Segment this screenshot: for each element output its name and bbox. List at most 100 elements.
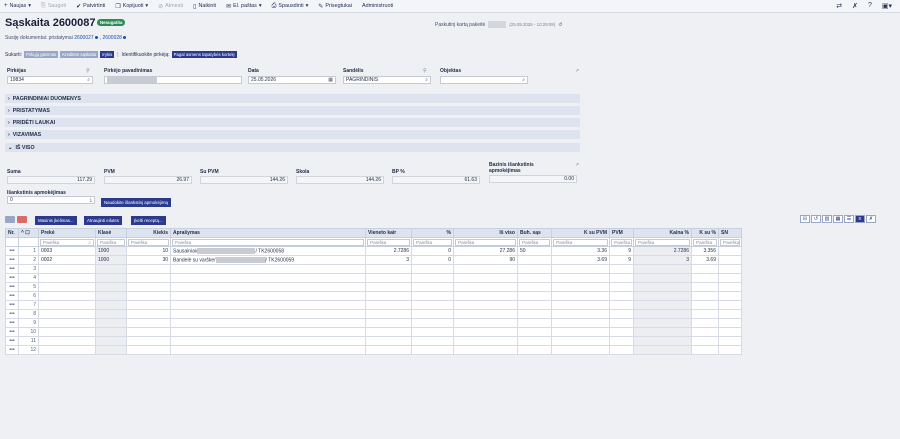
undo-icon[interactable]: ↺ [811, 215, 821, 223]
search-icon[interactable]: ⌕ [87, 77, 90, 83]
use-prepayment-button[interactable]: Naudokite išankstinį apmokėjimą [101, 198, 171, 207]
search-input[interactable]: Paieška [128, 238, 169, 246]
related-link-2[interactable]: 2600028 [102, 35, 121, 41]
search-input[interactable]: Paieška [455, 238, 516, 246]
col-sn[interactable]: SN [718, 228, 742, 238]
col-vieneto-kaina[interactable]: Vieneto kair [365, 228, 412, 238]
filter-icon[interactable]: ⊟ [800, 215, 810, 223]
object-input[interactable]: ⌕ [440, 76, 528, 84]
search-input[interactable]: Paieška [97, 238, 125, 246]
table-row[interactable]: ••• 11 [5, 336, 742, 346]
table-row[interactable]: ••• 3 [5, 264, 742, 274]
date-input[interactable]: 25.05.2026 ▦ [248, 76, 336, 84]
section-main-data[interactable]: › PAGRINDINIAI DUOMENYS [5, 94, 580, 104]
search-input[interactable]: Paieška [413, 238, 452, 246]
row-menu-icon[interactable]: ••• [5, 273, 19, 283]
search-input[interactable]: Paieška [720, 238, 740, 246]
save-button[interactable]: ⎘ Saugoti [41, 3, 66, 10]
create-irykis-button[interactable]: Irykis [100, 51, 115, 58]
print-button[interactable]: ⎙ Spausdinti ▾ [272, 3, 309, 10]
history-icon[interactable]: ↺ [558, 22, 562, 28]
grid-icon[interactable]: ▦ [833, 215, 843, 223]
refresh-rows-button[interactable]: Atnaujinti eilutes [84, 216, 122, 225]
row-menu-icon[interactable]: ••• [5, 291, 19, 301]
buyer-name-input[interactable] [104, 76, 242, 84]
delete-button[interactable]: ▯ Naikinti [193, 3, 216, 10]
panel-icon[interactable]: ▣▾ [882, 2, 892, 10]
table-row[interactable]: ••• 8 [5, 309, 742, 319]
search-input[interactable]: Paieška [693, 238, 717, 246]
copy-button[interactable]: ❐ Kopijuoti ▾ [115, 3, 148, 10]
col-aprasymas[interactable]: Aprašymas [170, 228, 366, 238]
row-menu-icon[interactable]: ••• [5, 255, 19, 265]
col-preke[interactable]: Prekė [38, 228, 96, 238]
calendar-icon[interactable]: ▦ [328, 77, 333, 83]
section-delivery[interactable]: › PRISTATYMAS [5, 106, 580, 116]
search-input[interactable]: Paieška [635, 238, 690, 246]
col-buh-sas[interactable]: Buh. sąs [517, 228, 552, 238]
pin-icon[interactable]: ↗ [575, 68, 579, 74]
row-menu-icon[interactable]: ••• [5, 345, 19, 355]
section-totals[interactable]: ⌄ IŠ VISO [5, 143, 580, 153]
search-icon[interactable]: ⌕ [425, 77, 428, 83]
col-nr[interactable]: Nr. [5, 228, 19, 238]
reject-button[interactable]: ⊘ Atmesti [158, 3, 183, 10]
search-input[interactable]: Paieška ⌕ [40, 238, 94, 246]
col-kiekis[interactable]: Kiekis [126, 228, 171, 238]
table-row[interactable]: ••• 6 [5, 291, 742, 301]
table-row[interactable]: ••• 1 0003 1000 10 Sausainiai// TK260005… [5, 246, 742, 256]
col-percent[interactable]: % [411, 228, 454, 238]
administer-button[interactable]: Administruoti [362, 3, 393, 9]
create-goods-receipt-button[interactable]: Pirkųjų gavimas [23, 51, 59, 58]
link-icon[interactable]: ⚲ [423, 68, 427, 74]
new-button[interactable]: + Naujas ▾ [4, 3, 31, 9]
table-row[interactable]: ••• 4 [5, 273, 742, 283]
section-extra-fields[interactable]: › PRIDĖTI LAUKAI [5, 118, 580, 128]
create-credit-invoice-button[interactable]: Kreditinė sąskaita [60, 51, 99, 58]
row-menu-icon[interactable]: ••• [5, 336, 19, 346]
table-row[interactable]: ••• 5 [5, 282, 742, 292]
row-menu-icon[interactable]: ••• [5, 327, 19, 337]
row-menu-icon[interactable]: ••• [5, 309, 19, 319]
row-menu-icon[interactable]: ••• [5, 282, 19, 292]
col-k-su-pct[interactable]: K su % [691, 228, 719, 238]
row-menu-icon[interactable]: ••• [5, 264, 19, 274]
identify-by-id-card-button[interactable]: Pagal asmens tapatybės kortelę [171, 51, 237, 58]
download-icon[interactable]: ⤓ [90, 197, 92, 203]
table-row[interactable]: ••• 9 [5, 318, 742, 328]
list-compact-icon[interactable]: ≡ [855, 215, 865, 223]
col-is-viso[interactable]: Iš viso [453, 228, 518, 238]
load-recipe-button[interactable]: Įkelti receptą... [131, 216, 166, 225]
wrench-icon[interactable]: ✗ [852, 2, 858, 10]
table-row[interactable]: ••• 2 0002 1000 30 Bandelė su varške// T… [5, 255, 742, 265]
section-approval[interactable]: › VIZAVIMAS [5, 130, 580, 140]
email-button[interactable]: ✉ El. paštas ▾ [226, 3, 261, 10]
mass-import-button[interactable]: Masinis įkėlimas... [35, 216, 77, 225]
col-klase[interactable]: Klasė [95, 228, 127, 238]
row-menu-icon[interactable]: ••• [5, 246, 19, 256]
list-icon[interactable]: ☰ [844, 215, 854, 223]
related-link-1[interactable]: 2600027 [74, 35, 93, 41]
buyer-input[interactable]: 19834 ⌕ [7, 76, 93, 84]
help-icon[interactable]: ? [868, 2, 872, 10]
col-pvm[interactable]: PVM [609, 228, 634, 238]
row-menu-icon[interactable]: ••• [5, 300, 19, 310]
search-input[interactable]: Paieška [172, 238, 364, 246]
pin-icon[interactable]: ↗ [575, 162, 579, 168]
approve-button[interactable]: ✔ Patvirtinti [76, 3, 105, 10]
link-icon[interactable]: ⚲ [86, 68, 90, 74]
search-input[interactable]: Paieška [519, 238, 550, 246]
columns-icon[interactable]: ▥ [822, 215, 832, 223]
prepayment-input[interactable]: 0 ⤓ [7, 196, 95, 204]
search-input[interactable]: Paieška [367, 238, 410, 246]
search-input[interactable]: Paieška [553, 238, 608, 246]
table-row[interactable]: ••• 7 [5, 300, 742, 310]
table-row[interactable]: ••• 10 [5, 327, 742, 337]
col-select[interactable]: ^ ☐ [18, 228, 39, 238]
delete-row-button[interactable] [17, 216, 27, 223]
attachments-button[interactable]: ✎ Prisegtukai [318, 3, 352, 10]
search-icon[interactable]: ⌕ [522, 77, 525, 83]
table-row[interactable]: ••• 12 [5, 345, 742, 355]
swap-icon[interactable]: ⇄ [836, 2, 842, 10]
col-kaina-pct[interactable]: Kaina % [633, 228, 692, 238]
